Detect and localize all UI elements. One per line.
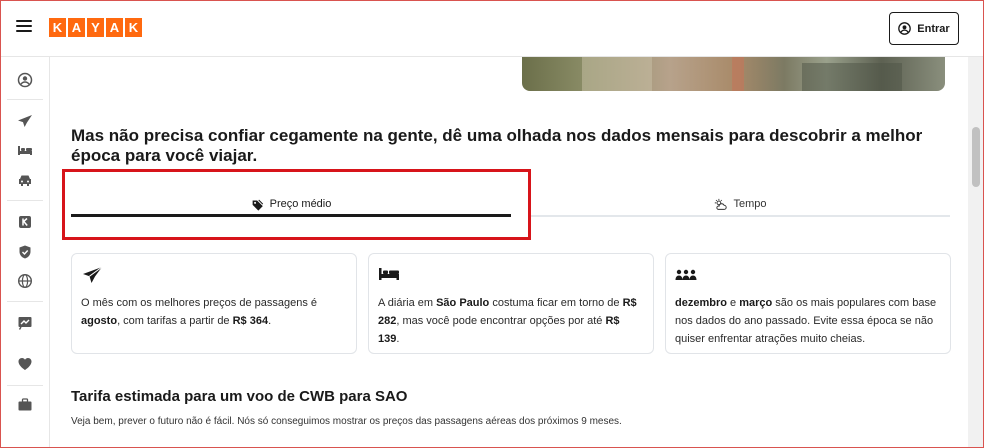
tab-label: Tempo (733, 198, 767, 210)
cheapest-month: agosto (81, 315, 118, 327)
tab-divider (531, 215, 950, 217)
top-bar: K A Y A K Entrar (0, 0, 984, 57)
shield-icon[interactable] (16, 243, 34, 261)
scrollbar-thumb[interactable] (972, 127, 980, 187)
kayak-logo[interactable]: K A Y A K (49, 18, 142, 37)
people-icon (675, 269, 697, 280)
popular-months-card: dezembro e março são os mais populares c… (665, 253, 951, 354)
globe-icon[interactable] (16, 272, 34, 290)
logo-letter: Y (87, 18, 104, 37)
destination-photo (522, 57, 945, 91)
side-nav (0, 57, 50, 448)
briefcase-icon[interactable] (16, 396, 34, 414)
bed-icon[interactable] (16, 141, 34, 159)
cheapest-month-card: O mês com os melhores preços de passagen… (71, 253, 357, 354)
logo-letter: K (125, 18, 142, 37)
bed-icon (379, 268, 399, 280)
logo-letter: K (49, 18, 66, 37)
section-note: Veja bem, prever o futuro não é fácil. N… (71, 416, 622, 427)
card-text: costuma ficar em torno de (489, 297, 623, 309)
city-name: São Paulo (436, 297, 490, 309)
hotel-price-card: A diária em São Paulo costuma ficar em t… (368, 253, 654, 354)
logo-letter: A (106, 18, 123, 37)
page-title: Mas não precisa confiar cegamente na gen… (71, 126, 923, 165)
signin-button[interactable]: Entrar (889, 12, 959, 45)
heart-icon[interactable] (16, 355, 34, 373)
car-icon[interactable] (16, 171, 34, 189)
user-circle-icon (898, 22, 912, 35)
popular-month: dezembro (675, 297, 727, 309)
section-title: Tarifa estimada para um voo de CWB para … (71, 388, 408, 405)
popular-month: março (739, 297, 773, 309)
card-text: A diária em (378, 297, 437, 309)
plane-icon (83, 266, 103, 283)
weather-icon (715, 198, 728, 210)
highlight-box (62, 169, 531, 240)
plane-icon[interactable] (16, 112, 34, 130)
card-text: , com tarifas a partir de (117, 315, 233, 327)
logo-letter: A (68, 18, 85, 37)
user-icon[interactable] (16, 71, 34, 89)
menu-icon[interactable] (16, 20, 32, 34)
page-scrollbar[interactable] (968, 57, 984, 448)
signin-label: Entrar (917, 22, 950, 35)
insight-cards: O mês com os melhores preços de passagen… (71, 253, 951, 354)
kayak-icon[interactable] (16, 213, 34, 231)
card-text: O mês com os melhores preços de passagen… (81, 297, 318, 309)
card-text: e (726, 297, 740, 309)
card-text: . (268, 315, 272, 327)
lowest-fare: R$ 364 (232, 315, 269, 327)
card-text: . (396, 333, 400, 345)
chart-icon[interactable] (16, 314, 34, 332)
card-text: , mas você pode encontrar opções por até (396, 315, 606, 327)
